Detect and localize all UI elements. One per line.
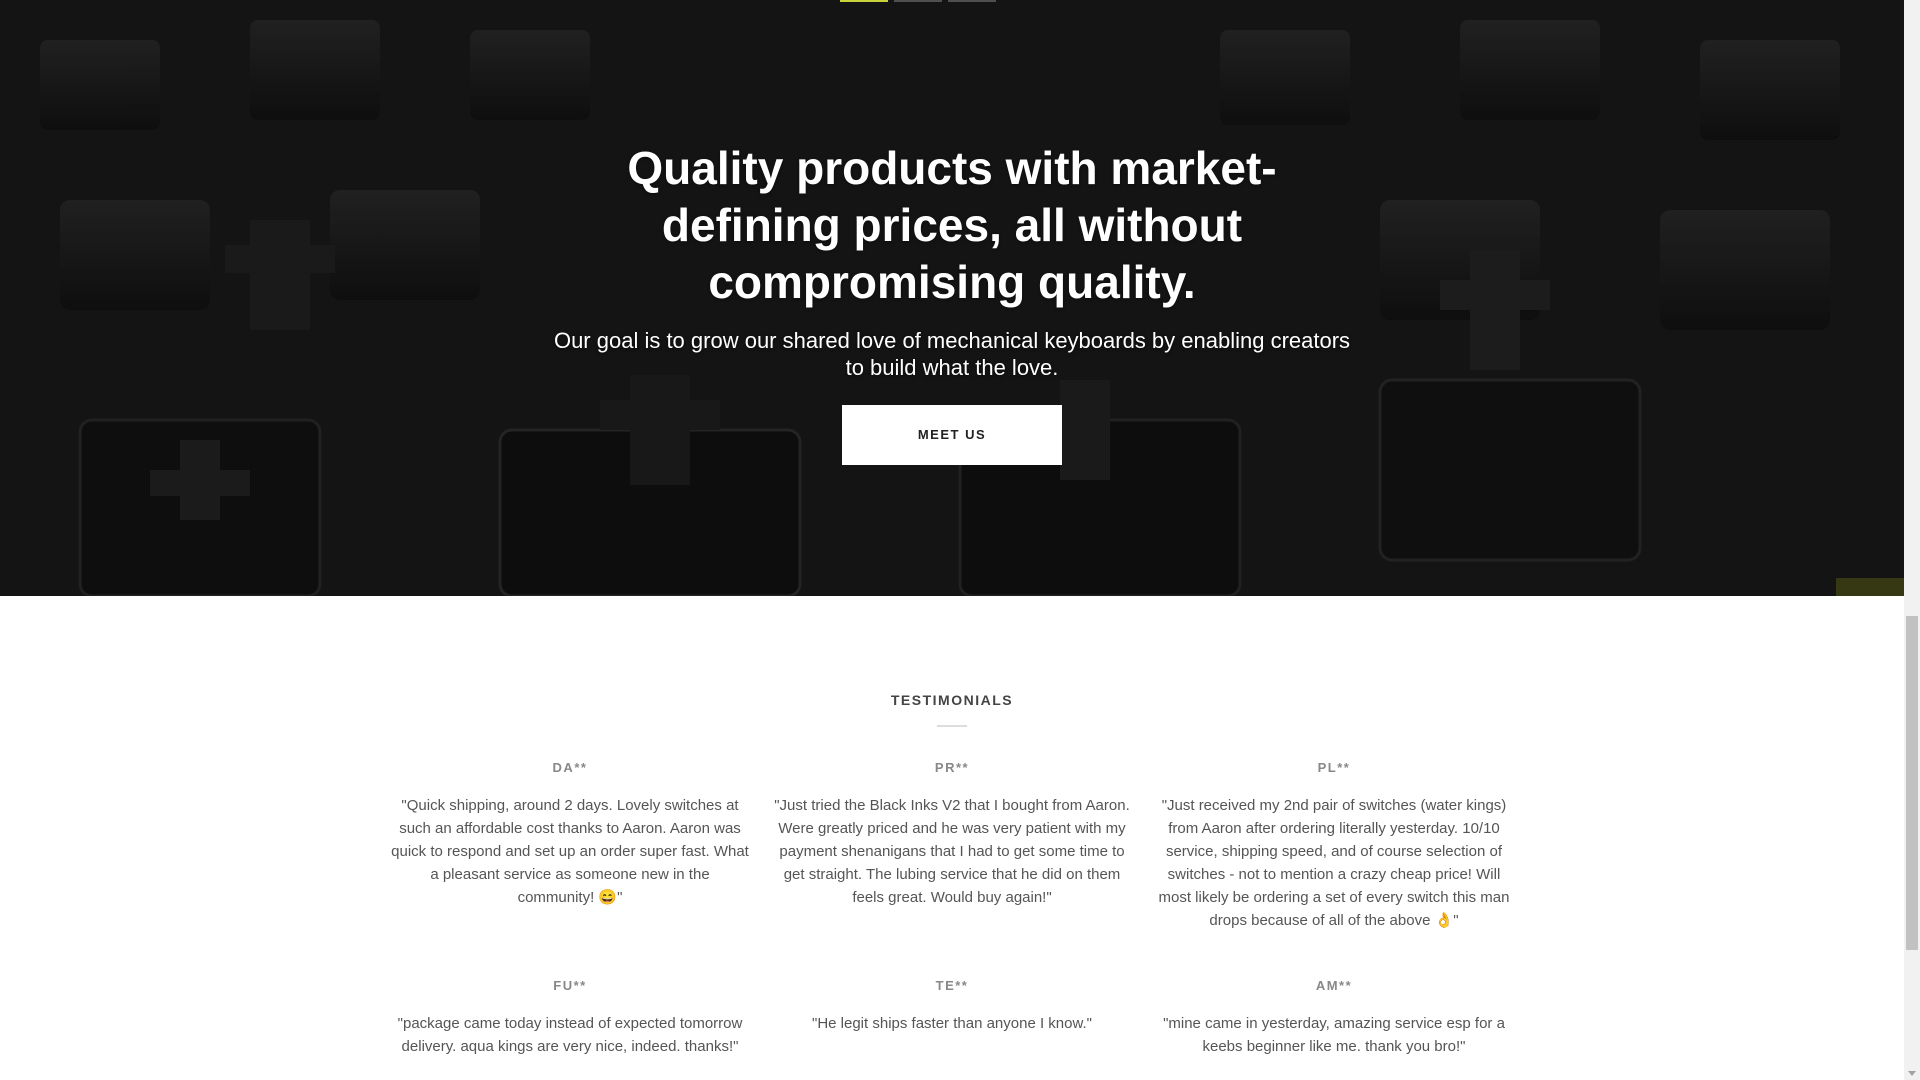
testimonial-item: PR** "Just tried the Black Inks V2 that … (768, 760, 1136, 932)
testimonial-quote: "He legit ships faster than anyone I kno… (812, 1015, 1092, 1032)
testimonial-quote: "package came today instead of expected … (397, 1015, 743, 1055)
slideshow-indicator[interactable] (840, 0, 996, 2)
hero-subtitle: Our goal is to grow our shared love of m… (553, 328, 1351, 380)
meet-us-button[interactable]: MEET US (842, 405, 1062, 465)
testimonial-item: DA** "Quick shipping, around 2 days. Lov… (386, 760, 754, 932)
slide-dot-2[interactable] (894, 0, 942, 2)
heading-divider (937, 725, 967, 727)
testimonial-item: PL** "Just received my 2nd pair of switc… (1150, 760, 1518, 932)
testimonial-author: AM** (1315, 978, 1353, 993)
testimonial-quote: "Just received my 2nd pair of switches (… (1158, 797, 1510, 929)
testimonial-quote: "Quick shipping, around 2 days. Lovely s… (391, 797, 749, 906)
testimonial-item: TE** "He legit ships faster than anyone … (768, 978, 1136, 1058)
testimonial-author: TE** (935, 978, 969, 993)
testimonial-quote: "mine came in yesterday, amazing service… (1163, 1015, 1505, 1055)
testimonials-section: TESTIMONIALS DA** "Quick shipping, aroun… (0, 596, 1904, 1080)
scroll-down-arrow-icon[interactable] (1908, 1071, 1916, 1076)
page: Quality products with market-defining pr… (0, 0, 1904, 1080)
testimonial-quote: "Just tried the Black Inks V2 that I bou… (774, 797, 1130, 906)
scrollbar-thumb[interactable] (1906, 616, 1918, 950)
page-scrollbar[interactable] (1904, 0, 1920, 1080)
hero-title: Quality products with market-defining pr… (627, 142, 1277, 308)
hero-section: Quality products with market-defining pr… (0, 0, 1904, 596)
testimonials-grid: DA** "Quick shipping, around 2 days. Lov… (386, 760, 1518, 1058)
testimonial-author: PL** (1317, 760, 1351, 775)
testimonial-item: AM** "mine came in yesterday, amazing se… (1150, 978, 1518, 1058)
testimonial-author: DA** (552, 760, 588, 775)
slide-dot-1[interactable] (840, 0, 888, 2)
hero-content: Quality products with market-defining pr… (0, 140, 1904, 465)
testimonial-author: FU** (553, 978, 587, 993)
testimonial-author: PR** (934, 760, 970, 775)
testimonials-heading: TESTIMONIALS (890, 692, 1014, 708)
testimonial-item: FU** "package came today instead of expe… (386, 978, 754, 1058)
slide-dot-3[interactable] (948, 0, 996, 2)
